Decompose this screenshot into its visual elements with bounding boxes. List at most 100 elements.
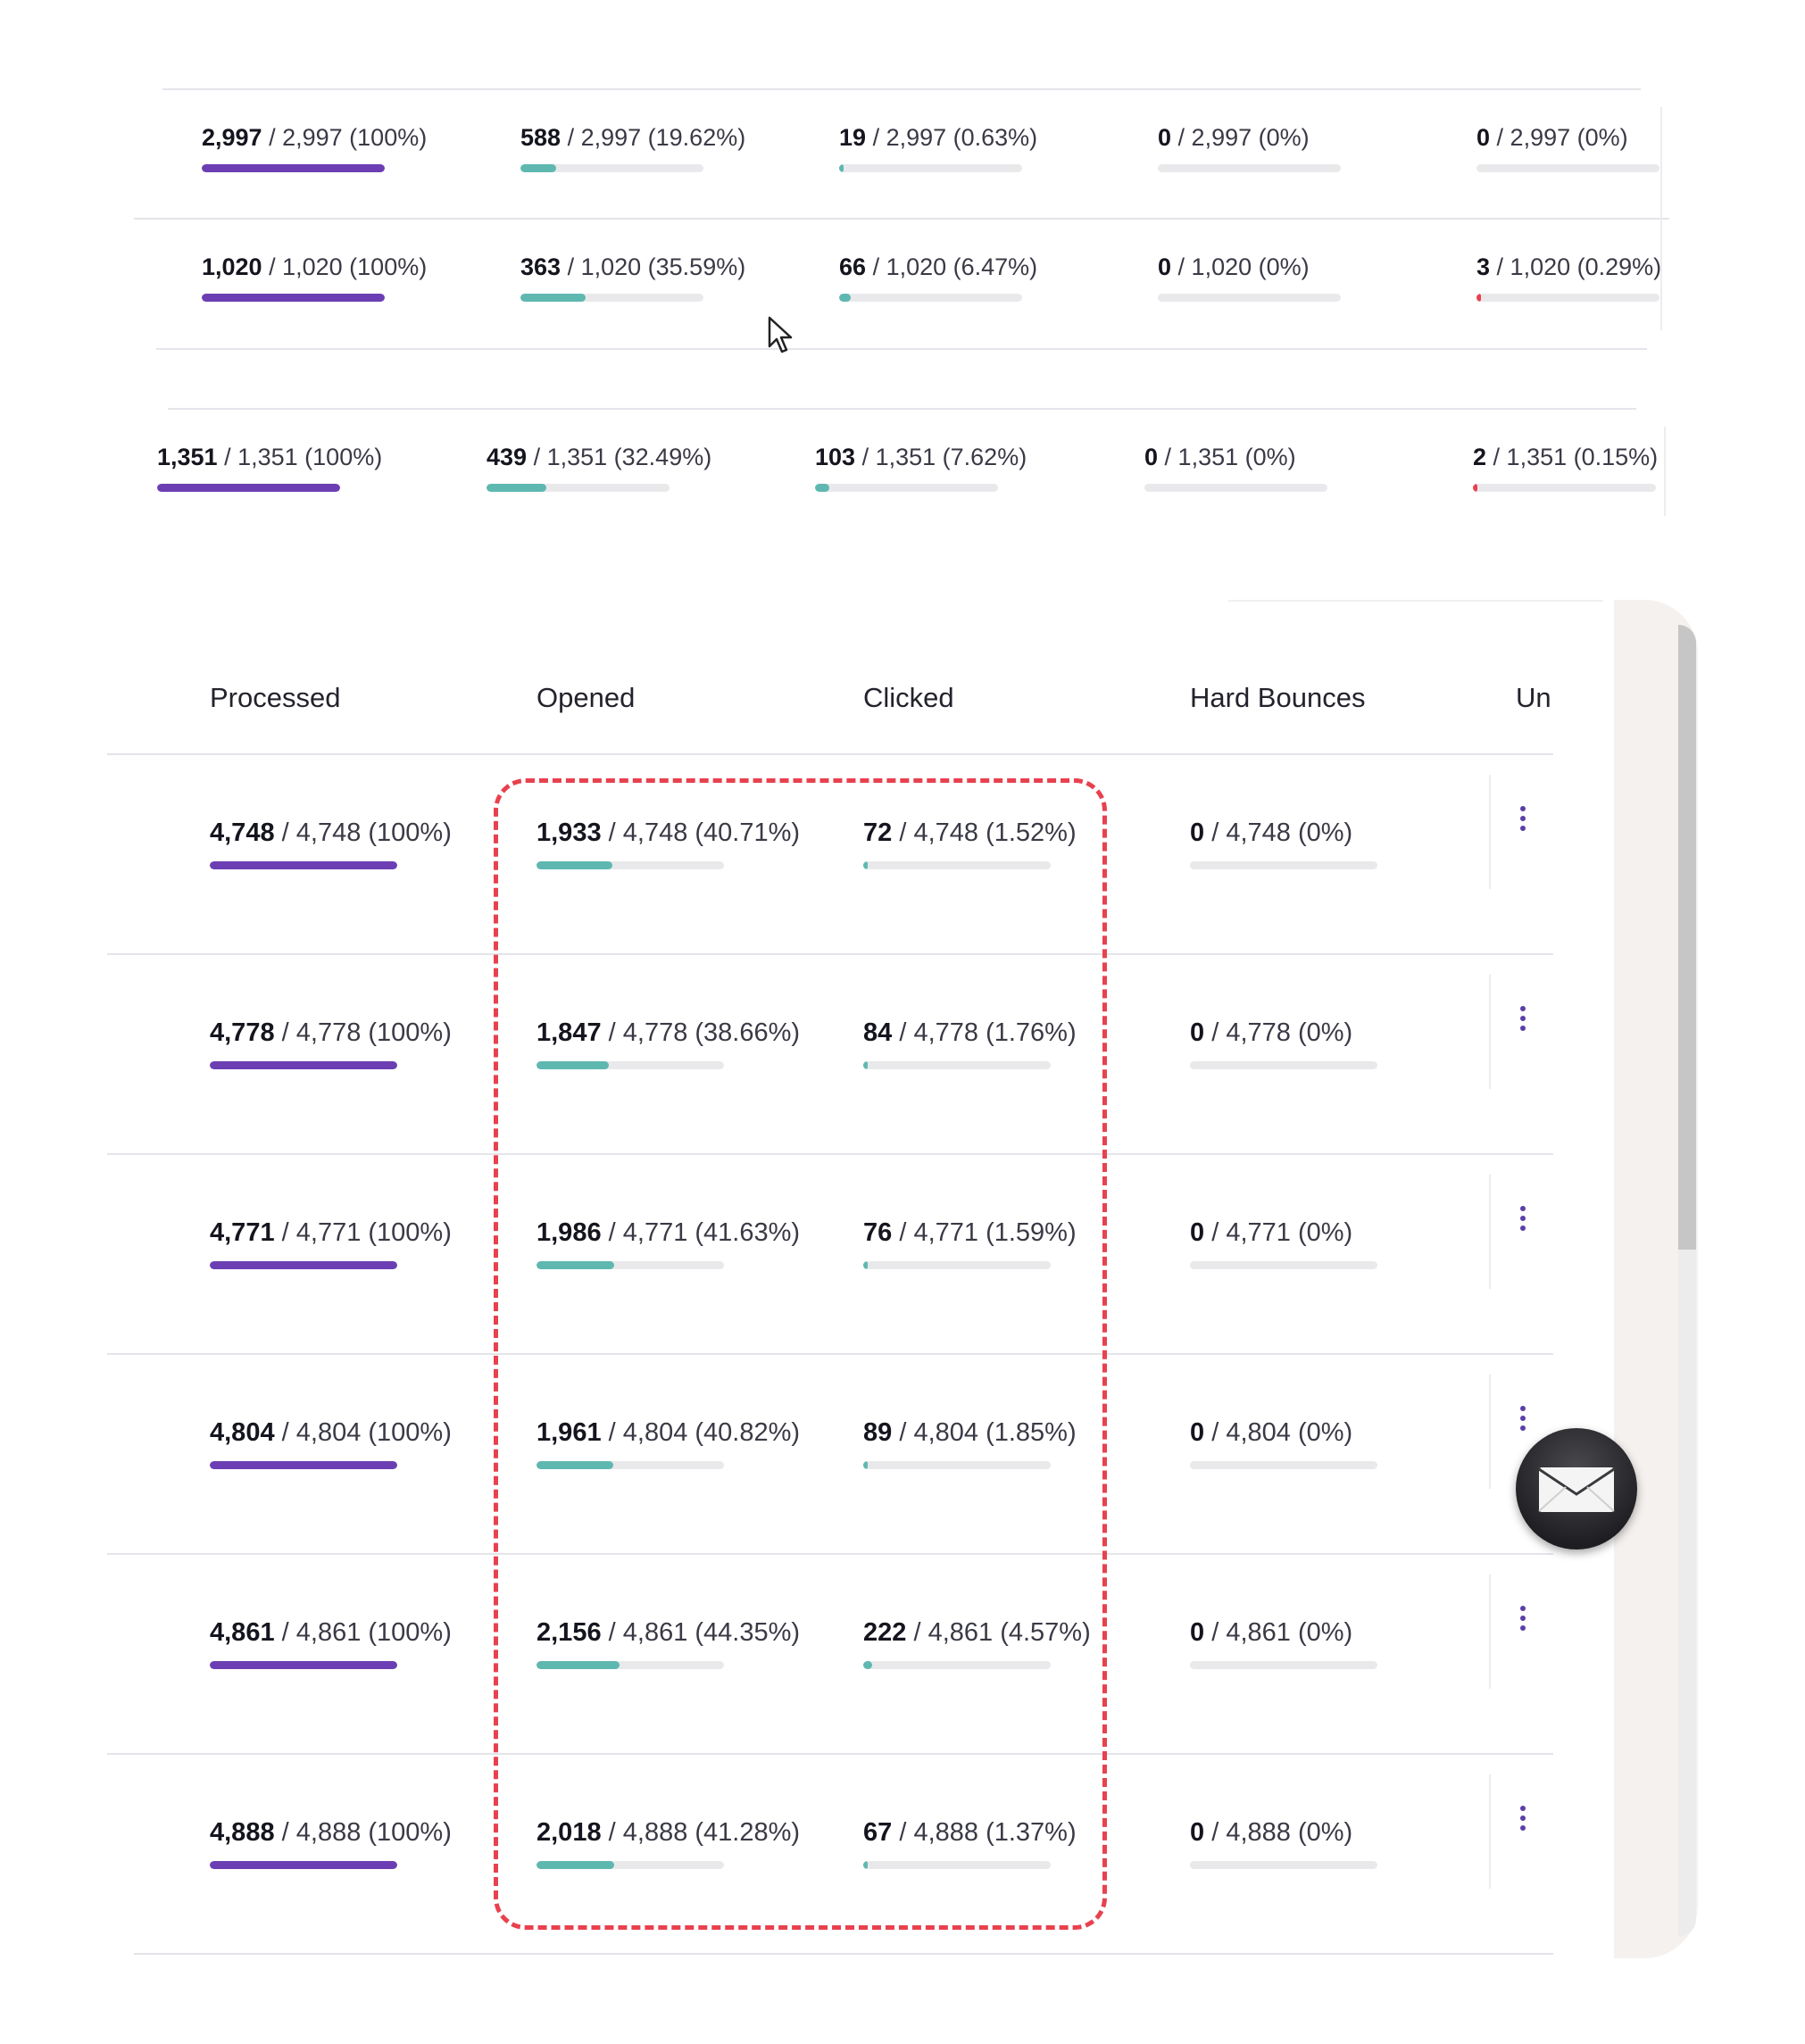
stat-cell: 103 / 1,351 (7.62%) bbox=[815, 441, 1027, 492]
stat-detail: / 4,748 (0%) bbox=[1211, 818, 1353, 847]
kebab-vertical-icon[interactable] bbox=[1519, 1606, 1526, 1635]
progress-fill bbox=[210, 1661, 397, 1669]
hard-bounces-cell: 0 / 4,778 (0%) bbox=[1190, 1017, 1377, 1069]
stat-value: 0 bbox=[1158, 124, 1172, 151]
stat-cell: 19 / 2,997 (0.63%) bbox=[839, 121, 1037, 172]
column-edge bbox=[1664, 427, 1666, 516]
kebab-vertical-icon[interactable] bbox=[1519, 806, 1526, 835]
column-header-processed[interactable]: Processed bbox=[210, 680, 340, 716]
progress-fill bbox=[210, 861, 397, 869]
column-header-clicked[interactable]: Clicked bbox=[863, 680, 954, 716]
chat-button[interactable] bbox=[1516, 1428, 1637, 1550]
progress-fill bbox=[1473, 484, 1477, 492]
progress-fill bbox=[815, 484, 829, 492]
progress-bar bbox=[1476, 164, 1659, 172]
stat-detail: / 2,997 (0%) bbox=[1177, 124, 1310, 151]
mouse-cursor-icon bbox=[768, 316, 793, 353]
hard-bounces-cell: 0 / 4,771 (0%) bbox=[1190, 1217, 1377, 1269]
stat-detail: / 1,351 (0%) bbox=[1164, 444, 1296, 470]
progress-fill bbox=[210, 1861, 397, 1869]
stat-cell: 0 / 2,997 (0%) bbox=[1476, 121, 1659, 172]
kebab-vertical-icon[interactable] bbox=[1519, 1006, 1526, 1035]
stat-detail: / 1,020 (6.47%) bbox=[872, 253, 1038, 280]
row-divider bbox=[168, 408, 1636, 410]
progress-fill bbox=[210, 1061, 397, 1069]
sticky-column-edge bbox=[1489, 1375, 1491, 1489]
stat-detail: / 4,861 (100%) bbox=[281, 1618, 452, 1647]
progress-fill bbox=[520, 164, 557, 172]
stat-detail: / 2,997 (0%) bbox=[1496, 124, 1628, 151]
stat-value: 2 bbox=[1473, 444, 1487, 470]
stat-cell: 439 / 1,351 (32.49%) bbox=[487, 441, 711, 492]
progress-bar bbox=[1473, 484, 1656, 492]
progress-fill bbox=[487, 484, 546, 492]
column-header-opened[interactable]: Opened bbox=[537, 680, 635, 716]
stat-cell: 66 / 1,020 (6.47%) bbox=[839, 251, 1037, 302]
progress-bar bbox=[520, 164, 703, 172]
progress-fill bbox=[210, 1261, 397, 1269]
stat-value: 66 bbox=[839, 253, 867, 280]
stat-cell: 1,351 / 1,351 (100%) bbox=[157, 441, 382, 492]
stat-detail: / 4,804 (100%) bbox=[281, 1418, 452, 1447]
progress-bar bbox=[157, 484, 340, 492]
progress-fill bbox=[520, 294, 586, 302]
stat-value: 439 bbox=[487, 444, 528, 470]
stat-value: 0 bbox=[1190, 1618, 1205, 1647]
stat-cell: 3 / 1,020 (0.29%) bbox=[1476, 251, 1661, 302]
progress-bar bbox=[1190, 1661, 1377, 1669]
scrollbar-thumb[interactable] bbox=[1678, 625, 1696, 1250]
stat-detail: / 1,020 (100%) bbox=[269, 253, 428, 280]
stat-value: 0 bbox=[1190, 1018, 1205, 1047]
row-divider bbox=[134, 1953, 1553, 1955]
stat-value: 4,888 bbox=[210, 1818, 275, 1847]
processed-cell: 4,748 / 4,748 (100%) bbox=[210, 817, 452, 869]
processed-cell: 4,861 / 4,861 (100%) bbox=[210, 1616, 452, 1669]
progress-bar bbox=[202, 294, 385, 302]
stat-detail: / 4,888 (100%) bbox=[281, 1818, 452, 1847]
stat-detail: / 4,778 (0%) bbox=[1211, 1018, 1353, 1047]
stat-detail: / 4,778 (100%) bbox=[281, 1018, 452, 1047]
highlight-annotation bbox=[494, 778, 1107, 1930]
progress-bar bbox=[1158, 294, 1341, 302]
stat-value: 0 bbox=[1190, 1418, 1205, 1447]
kebab-vertical-icon[interactable] bbox=[1519, 1806, 1526, 1835]
stat-detail: / 4,748 (100%) bbox=[281, 818, 452, 847]
row-divider bbox=[107, 753, 1553, 755]
progress-bar bbox=[1476, 294, 1659, 302]
stat-value: 588 bbox=[520, 124, 561, 151]
processed-cell: 4,804 / 4,804 (100%) bbox=[210, 1417, 452, 1469]
hard-bounces-cell: 0 / 4,748 (0%) bbox=[1190, 817, 1377, 869]
stat-value: 19 bbox=[839, 124, 867, 151]
stat-value: 1,020 bbox=[202, 253, 262, 280]
hard-bounces-cell: 0 / 4,804 (0%) bbox=[1190, 1417, 1377, 1469]
processed-cell: 4,771 / 4,771 (100%) bbox=[210, 1217, 452, 1269]
header-top-divider bbox=[1228, 600, 1603, 602]
column-header-hard-bounces[interactable]: Hard Bounces bbox=[1190, 680, 1365, 716]
scrollbar-track[interactable] bbox=[1678, 625, 1696, 1937]
progress-fill bbox=[839, 294, 852, 302]
stat-cell: 363 / 1,020 (35.59%) bbox=[520, 251, 745, 302]
stat-value: 363 bbox=[520, 253, 561, 280]
stat-detail: / 1,020 (35.59%) bbox=[567, 253, 746, 280]
stat-detail: / 1,351 (0.15%) bbox=[1493, 444, 1659, 470]
row-divider bbox=[134, 218, 1669, 220]
stat-detail: / 2,997 (100%) bbox=[269, 124, 428, 151]
progress-bar bbox=[815, 484, 998, 492]
column-header-un[interactable]: Un bbox=[1516, 680, 1551, 716]
progress-bar bbox=[839, 164, 1022, 172]
progress-bar bbox=[210, 861, 397, 869]
sticky-column-edge bbox=[1489, 1774, 1491, 1889]
hard-bounces-cell: 0 / 4,861 (0%) bbox=[1190, 1616, 1377, 1669]
stat-detail: / 1,020 (0%) bbox=[1177, 253, 1310, 280]
progress-bar bbox=[1190, 1061, 1377, 1069]
row-divider bbox=[156, 348, 1647, 350]
stat-value: 0 bbox=[1190, 1818, 1205, 1847]
processed-cell: 4,778 / 4,778 (100%) bbox=[210, 1017, 452, 1069]
stat-value: 1,351 bbox=[157, 444, 218, 470]
progress-bar bbox=[1158, 164, 1341, 172]
progress-fill bbox=[157, 484, 340, 492]
stat-value: 2,997 bbox=[202, 124, 262, 151]
progress-bar bbox=[487, 484, 670, 492]
progress-bar bbox=[210, 1861, 397, 1869]
kebab-vertical-icon[interactable] bbox=[1519, 1206, 1526, 1235]
